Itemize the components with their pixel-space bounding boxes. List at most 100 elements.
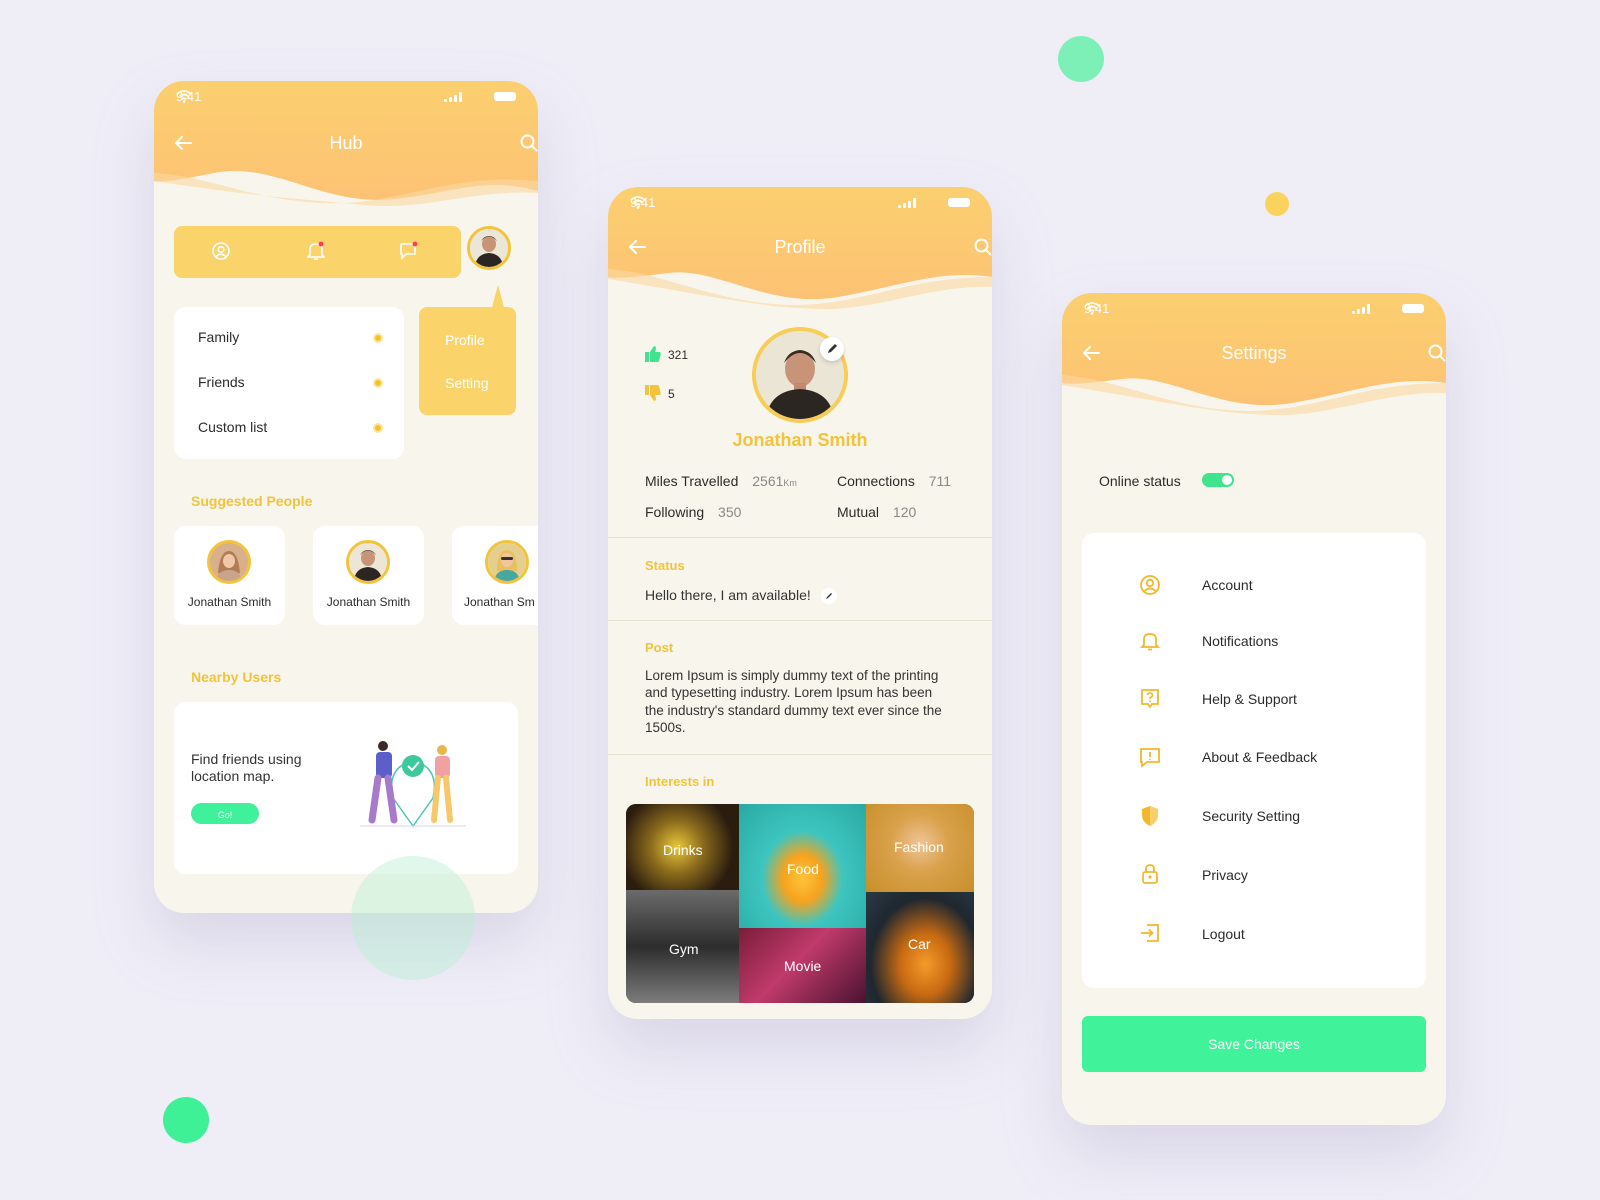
interest-tile-car[interactable]: Car [866, 892, 974, 1003]
likes-count: 321 [668, 348, 689, 362]
dot-icon [373, 423, 383, 433]
post-title: Post [645, 640, 674, 655]
popup-menu: Profile Setting [419, 285, 516, 415]
divider [608, 537, 992, 538]
popup-item-setting[interactable]: Setting [445, 375, 489, 391]
edit-avatar-icon[interactable] [820, 337, 844, 361]
signal-icon [898, 198, 916, 208]
stat-value: 120 [892, 504, 917, 520]
go-button-label: Go! [217, 810, 233, 820]
profile-name: Jonathan Smith [732, 430, 868, 450]
battery-icon [1402, 304, 1424, 313]
settings-item-notifications[interactable]: Notifications [1082, 618, 1426, 668]
save-changes-label: Save Changes [1208, 1036, 1300, 1052]
interest-tile-movie[interactable]: Movie [739, 928, 866, 1003]
profile-header: 9:41 Profile [608, 187, 992, 347]
list-item[interactable]: Custom list [198, 419, 383, 439]
stat-unit: Km [783, 478, 797, 488]
stat-label: Connections [837, 473, 915, 489]
interest-label: Car [908, 936, 931, 952]
dot-icon [373, 378, 383, 388]
settings-item-privacy[interactable]: Privacy [1082, 851, 1426, 901]
avatar [346, 540, 390, 584]
notification-bell-icon[interactable] [306, 241, 326, 266]
battery-icon [494, 92, 516, 101]
interests-grid: Drinks Food Fashion Gym Movie Car [626, 804, 974, 1003]
stat-label: Mutual [837, 504, 880, 520]
person-name: Jonathan Smith [326, 595, 411, 609]
toggle-knob [1222, 475, 1232, 485]
nearby-card: Find friends using location map. Go! [174, 702, 518, 874]
battery-icon [948, 198, 970, 207]
save-changes-button[interactable]: Save Changes [1082, 1016, 1426, 1072]
settings-item-label: Security Setting [1202, 808, 1301, 824]
hub-screen: 9:41 Hub Family Friends Custom list Prof… [154, 81, 538, 913]
wifi-icon [630, 196, 646, 209]
person-card[interactable]: Jonathan Smith [174, 526, 285, 625]
status-bar: 9:41 [630, 195, 970, 215]
nearby-users-title: Nearby Users [191, 669, 282, 685]
settings-item-help-support[interactable]: Help & Support [1082, 675, 1426, 725]
signal-icon [1352, 304, 1370, 314]
status-bar: 9:41 [1084, 301, 1424, 321]
edit-status-icon[interactable] [820, 588, 837, 605]
settings-item-logout[interactable]: Logout [1082, 910, 1426, 960]
thumbs-down-icon[interactable] [645, 385, 661, 406]
settings-item-label: Privacy [1202, 867, 1248, 883]
list-card: Family Friends Custom list [174, 307, 404, 459]
popup-item-profile[interactable]: Profile [445, 332, 485, 348]
interest-tile-drinks[interactable]: Drinks [626, 804, 739, 890]
list-item[interactable]: Friends [198, 374, 383, 394]
hub-header: 9:41 Hub [154, 81, 538, 241]
user-circle-icon [1139, 574, 1161, 596]
stat-label: Following [645, 504, 705, 520]
decor-circle-green-large [351, 856, 475, 980]
status-title: Status [645, 558, 685, 573]
logout-icon [1139, 922, 1161, 944]
help-icon [1139, 688, 1161, 710]
location-map-illustration [360, 741, 466, 828]
thumbs-up-icon[interactable] [645, 346, 661, 367]
avatar[interactable] [467, 226, 511, 270]
stat-label: Miles Travelled [645, 473, 739, 489]
status-text: Hello there, I am available! [645, 587, 837, 605]
interest-label: Food [787, 861, 819, 877]
divider [608, 620, 992, 621]
signal-icon [444, 92, 462, 102]
list-item-label: Custom list [198, 419, 268, 435]
profile-tab-icon[interactable] [212, 242, 230, 265]
wifi-icon [176, 90, 192, 103]
settings-item-label: Logout [1202, 926, 1245, 942]
nearby-text: Find friends using location map. [191, 751, 302, 784]
settings-item-security[interactable]: Security Setting [1082, 792, 1426, 842]
interest-label: Drinks [663, 842, 703, 858]
page-title: Hub [329, 133, 363, 153]
decor-circle-green-top [1058, 36, 1104, 82]
stat-value: 350 [718, 504, 742, 520]
list-item[interactable]: Family [198, 329, 383, 349]
popup-pointer [492, 285, 504, 307]
settings-item-label: Account [1202, 577, 1253, 593]
stat-mutual: Mutual 120 [837, 504, 916, 520]
interest-tile-food[interactable]: Food [739, 804, 866, 928]
divider [608, 754, 992, 755]
interest-tile-gym[interactable]: Gym [626, 890, 739, 1003]
interest-label: Movie [784, 958, 822, 974]
stat-value: 711 [928, 473, 952, 489]
stat-miles: Miles Travelled 2561Km [645, 473, 797, 489]
person-card[interactable]: Jonathan Sm [452, 526, 538, 625]
interest-label: Fashion [894, 839, 944, 855]
interest-tile-fashion[interactable]: Fashion [866, 804, 974, 892]
chat-icon[interactable] [399, 241, 419, 266]
settings-item-about-feedback[interactable]: About & Feedback [1082, 733, 1426, 783]
person-card[interactable]: Jonathan Smith [313, 526, 424, 625]
wifi-icon [1084, 302, 1100, 315]
avatar [207, 540, 251, 584]
online-status-label: Online status [1099, 473, 1181, 489]
settings-item-label: About & Feedback [1202, 749, 1318, 765]
profile-screen: 9:41 Profile 321 5 Jonathan Smith Miles … [608, 187, 992, 1019]
settings-item-account[interactable]: Account [1082, 561, 1426, 611]
interest-label: Gym [669, 941, 699, 957]
go-button[interactable]: Go! [191, 803, 259, 824]
online-status-toggle[interactable] [1202, 473, 1234, 487]
